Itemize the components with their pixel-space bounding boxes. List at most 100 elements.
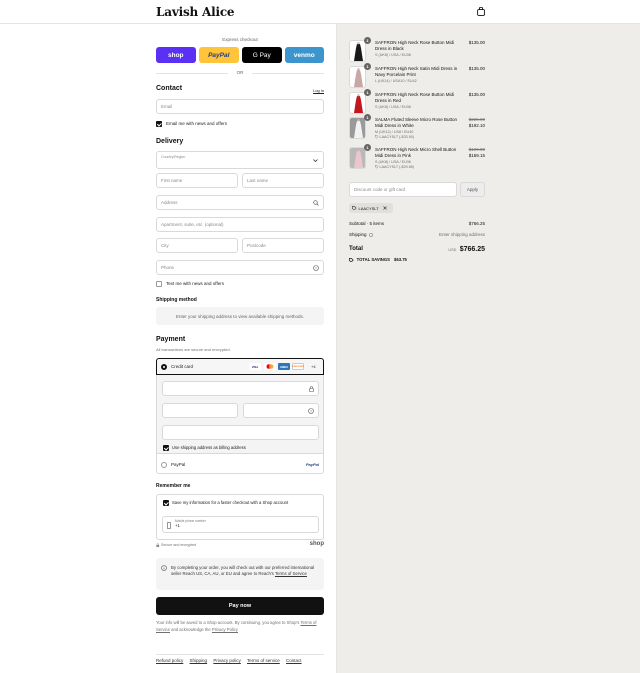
header: Lavish Alice [0,0,640,24]
shop-privacy-link[interactable]: Privacy Policy [212,627,238,632]
total-row: Total USD $766.25 [349,246,485,256]
shipping-label: Shipping [349,232,367,237]
svg-text:?: ? [315,266,317,270]
quantity-badge: 1 [364,114,371,121]
shop-logo: shop [309,541,324,547]
lock-icon [309,386,314,392]
help-circle-icon[interactable]: ? [308,408,314,414]
mobile-phone-field[interactable]: Mobile phone number +1 [162,516,319,533]
shop-pay-button[interactable]: shop [156,47,196,63]
remember-me-panel: Save my information for a faster checkou… [156,494,324,540]
mobile-phone-icon [167,522,171,529]
address-placeholder: Address [161,200,178,205]
item-price: $135.00 [468,66,485,71]
footer-contact-link[interactable]: Contact [286,658,302,663]
login-link[interactable]: Log in [313,88,324,93]
product-thumbnail [349,66,366,88]
remember-me-title: Remember me [156,483,191,489]
contact-title: Contact [156,85,183,92]
help-circle-icon[interactable]: ? [313,265,319,271]
country-select[interactable]: Country/Region [156,151,324,169]
subtotal-label: Subtotal · 5 items [349,221,385,226]
paypal-radio[interactable] [161,462,167,468]
news-checkbox[interactable] [156,121,162,127]
product-thumbnail [349,40,366,62]
chevron-down-icon [313,159,318,162]
payment-methods-panel: Credit card VISA AMEX DISCOVER +4 ? Use … [156,358,324,474]
total-value-block: USD $766.25 [448,246,485,253]
text-news-checkbox[interactable] [156,281,162,287]
footer-refund-link[interactable]: Refund policy [156,658,183,663]
card-number-field[interactable] [162,381,319,396]
search-icon [313,200,319,206]
brand-logo[interactable]: Lavish Alice [156,5,235,19]
item-discount-text: LAACYSLT (-$29.85) [379,165,415,169]
venmo-button[interactable]: venmo [284,47,324,63]
shopping-bag-icon[interactable] [477,7,485,16]
item-price: $169.15 [468,153,485,158]
close-icon[interactable] [382,206,387,210]
applied-discount-chip: LAACYSLT [349,203,393,213]
expiry-field[interactable] [162,403,238,418]
save-info-checkbox[interactable] [163,500,169,506]
total-label: Total [349,246,363,252]
subtotal-value: $766.25 [468,221,485,226]
cart-item: 1 SAFFRON High Neck Rose Button Midi Dre… [349,37,485,66]
help-circle-icon[interactable] [368,232,373,237]
pay-now-button[interactable]: Pay now [156,597,324,615]
paypal-button[interactable]: PayPal [199,47,239,63]
footer-privacy-link[interactable]: Privacy policy [213,658,241,663]
svg-text:?: ? [310,409,312,413]
billing-checkbox[interactable] [163,445,169,451]
currency-code: USD [448,248,457,252]
footer-shipping-link[interactable]: Shipping [190,658,208,663]
item-price: $192.10 [468,123,485,128]
footer-links: Refund policy Shipping Privacy policy Te… [156,654,324,663]
cart-item: 1 SALMA Fluted Sleeve Micro Rose Button … [349,114,485,145]
total-savings-value: $63.75 [394,257,407,262]
payment-subtitle: All transactions are secure and encrypte… [156,347,231,352]
shipping-row: Shipping Enter shipping address [349,232,485,237]
reach-terms-link[interactable]: Terms of Service [275,571,307,576]
item-name: SAFFRON High Neck Rose Button Midi Dress… [375,92,455,103]
item-variant: S (UK8) / USA / EU36 [375,160,411,164]
google-pay-button[interactable]: G Pay [242,47,282,63]
paypal-option[interactable]: PayPal PayPal [156,453,324,475]
product-thumbnail [349,92,366,114]
amex-icon: AMEX [278,363,290,370]
text-news-label: Text me with news and offers [166,281,224,286]
item-name: SAFFRON High Neck Satin Midi Dress in Na… [375,66,458,77]
city-field[interactable]: City [156,238,238,253]
total-value: $766.25 [459,246,485,253]
security-code-field[interactable]: ? [243,403,319,418]
email-field[interactable]: Email [156,99,324,114]
cart-item: 1 SAFFRON High Neck Micro Shell Button M… [349,144,485,175]
phone-field[interactable]: Phone ? [156,260,324,275]
apartment-field[interactable]: Apartment, suite, etc. (optional) [156,217,324,232]
apply-button[interactable]: Apply [460,182,485,197]
tag-icon [352,205,357,211]
first-name-field[interactable]: First name [156,173,238,188]
name-on-card-field[interactable] [162,425,319,440]
item-variant: S (UK8) / USA / EU36 [375,53,411,57]
billing-checkbox-label: Use shipping address as billing address [172,445,246,450]
visa-icon: VISA [249,363,261,370]
discount-code-field[interactable]: Discount code or gift card [349,182,457,197]
shipping-value: Enter shipping address [438,232,485,237]
item-variant: L (UK14) / USA10 / EU42 [375,79,417,83]
postcode-field[interactable]: Postcode [242,238,324,253]
tag-icon [375,165,379,169]
address-field[interactable]: Address [156,195,324,210]
mastercard-icon [264,363,276,370]
shop-disclaimer: Your info will be saved to a Shop accoun… [156,620,324,633]
discover-icon: DISCOVER [292,363,304,370]
quantity-badge: 1 [364,144,371,151]
paypal-logo: PayPal [305,462,319,467]
credit-card-option[interactable]: Credit card VISA AMEX DISCOVER +4 [156,358,324,375]
shop-disclaimer-and: and acknowledge the [171,626,211,632]
last-name-field[interactable]: Last name [242,173,324,188]
item-price-block: $199.00 $169.15 [469,147,485,159]
footer-terms-link[interactable]: Terms of service [247,658,280,663]
credit-card-radio[interactable] [161,364,167,370]
item-name: SALMA Fluted Sleeve Micro Rose Button Mi… [375,117,458,128]
